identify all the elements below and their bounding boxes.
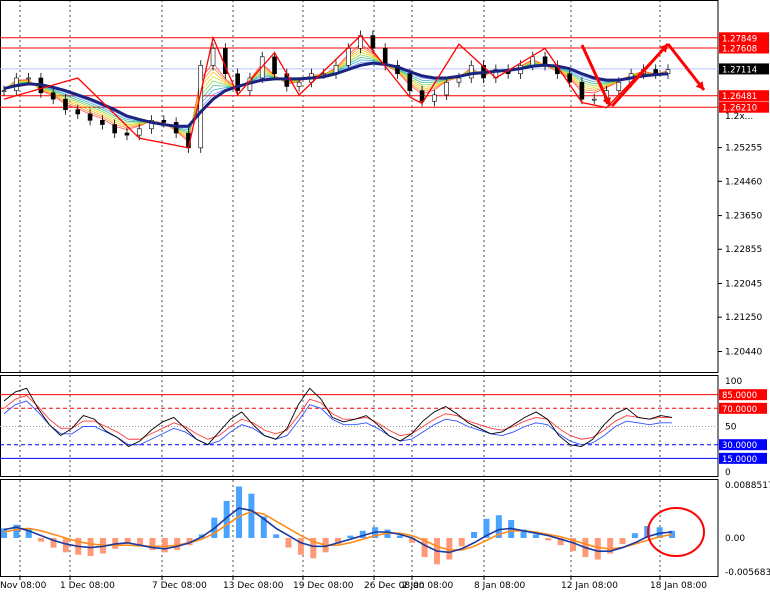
macd-histogram-bar [297,537,304,555]
stochastic-level-label: 15.0000 [722,455,757,465]
chart-window[interactable]: 1.25255 1.24460 1.23650 1.22855 1.22045 1.212… [0,0,770,595]
candle-body [296,81,302,87]
macd-axis-label: 0.00 [725,534,745,544]
macd-histogram-bar [545,537,552,541]
time-axis-label: 2 Jan 08:00 [402,581,454,591]
time-axis-label: 8 Jan 08:00 [474,581,526,591]
macd-histogram-bar [619,537,626,544]
time-axis-label: 1 Dec 08:00 [60,581,115,591]
candle-body [100,120,105,125]
price-axis-label: 1.23650 [725,212,762,222]
annotation-arrow-forecast [666,43,706,91]
candle-body [198,64,204,149]
stochastic-signal-line [3,395,672,440]
price-axis-label: 1.2x... [725,112,753,122]
time-axis-label: 18 Jan 08:00 [650,581,707,591]
macd-histogram-bar [285,537,292,548]
price-level-label: 1.27608 [722,45,757,55]
candle-body [75,109,81,115]
time-axis-label: 7 Dec 08:00 [152,581,207,591]
time-axis-label: 19 Dec 08:00 [293,581,354,591]
candle-body [444,81,449,96]
macd-histogram-bar [248,493,255,538]
stochastic-level-label: 30.0000 [722,441,757,451]
candle-body [579,81,585,100]
macd-histogram-bar [396,535,403,538]
candle-body [87,113,93,121]
candle-body [591,98,597,101]
price-axis-label: 1.25255 [725,144,762,154]
candle-body [210,48,216,66]
macd-histogram-bar [594,537,601,560]
candle-body [161,120,167,123]
macd-histogram-bar [273,534,280,538]
macd-histogram-bar [347,535,354,538]
chart-canvas[interactable]: 1.25255 1.24460 1.23650 1.22855 1.22045 1.212… [0,0,770,595]
price-axis-label: 1.22855 [725,245,762,255]
candle-body [407,73,413,91]
candle-body [616,81,622,91]
candle-body [370,35,376,49]
candle-body [382,48,388,66]
price-axis-label: 1.20440 [725,347,762,357]
stochastic-axis-label: 100 [725,377,742,387]
macd-histogram-bar [532,534,539,538]
candle-body [272,56,277,75]
macd-histogram-bar [236,486,243,538]
macd-histogram-bar [471,531,478,538]
stochastic-level-label: 70.0000 [722,405,757,415]
candle-body [321,73,327,76]
candle-body [468,64,474,79]
stochastic-axis-label: 0 [725,468,731,478]
candle-body [1,90,7,92]
macd-histogram-bar [631,533,638,538]
candle-body [419,90,425,102]
time-axis-label: 12 Jan 08:00 [561,581,618,591]
macd-axis-label: -0.005683 [725,568,770,578]
stochastic-level-label: 85.0000 [722,391,757,401]
candle-body [26,77,31,80]
price-axis-label: 1.22045 [725,280,762,290]
macd-histogram-bar [161,537,168,553]
candle-body [124,132,130,136]
candle-body [456,77,462,83]
zigzag-line [3,34,657,149]
price-axis-label: 1.24460 [725,177,762,187]
candle-body [432,94,437,102]
annotation-circle [647,507,705,557]
candle-body [345,48,351,66]
macd-histogram-bar [458,537,465,547]
candle-body [50,92,56,100]
candle-body [63,98,68,111]
macd-histogram-bar [38,537,45,542]
stochastic-slow-line [3,400,672,446]
time-axis-label: Nov 08:00 [0,581,47,591]
stochastic-main-line [3,387,673,448]
candle-body [136,128,142,136]
price-level-label: 1.26481 [722,92,757,102]
candle-body [112,124,117,134]
price-axis-label: 1.21250 [725,313,762,323]
macd-axis-label: 0.0088517 [725,481,770,491]
macd-panel-frame [0,479,719,577]
stochastic-axis-label: 50 [725,423,737,433]
price-panel-frame [0,0,719,373]
price-level-label: 1.27114 [722,65,757,75]
candle-body [530,56,536,66]
time-axis-label: 13 Dec 08:00 [223,581,284,591]
candle-body [567,73,572,83]
